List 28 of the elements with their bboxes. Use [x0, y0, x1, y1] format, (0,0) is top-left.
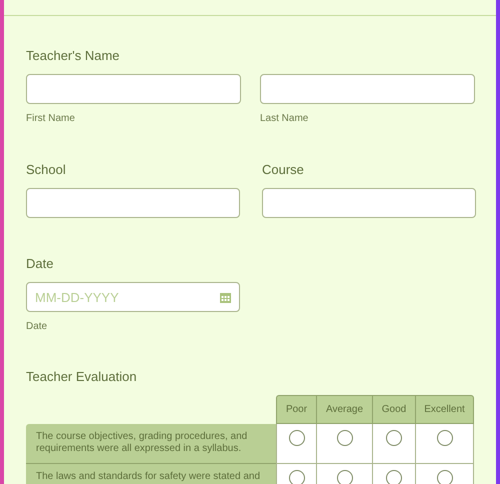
text-input[interactable]	[262, 188, 476, 218]
text-input[interactable]	[260, 74, 475, 104]
sub-label: First Name	[26, 113, 76, 125]
radio-button[interactable]	[336, 430, 352, 446]
row-statement: The laws and standards for safety were stated and	[26, 464, 276, 484]
text-input[interactable]	[26, 74, 241, 104]
field-label: Teacher's Name	[26, 48, 121, 64]
date-input[interactable]: MM-DD-YYYY	[26, 282, 240, 312]
field-label: Course	[262, 162, 305, 178]
sub-label: Last Name	[260, 113, 310, 125]
calendar-icon[interactable]	[220, 292, 231, 303]
radio-button[interactable]	[386, 430, 402, 446]
radio-button[interactable]	[336, 470, 352, 484]
sub-label: Date	[26, 321, 48, 333]
column-header: Excellent	[415, 395, 474, 424]
radio-button[interactable]	[288, 470, 304, 484]
section-title: Teacher Evaluation	[26, 369, 138, 385]
row-statement: The course objectives, grading procedures, and requirements were all expressed in a syllabus.	[26, 424, 276, 464]
radio-button[interactable]	[436, 430, 452, 446]
field-label: Date	[26, 256, 54, 272]
radio-button[interactable]	[288, 430, 304, 446]
radio-button[interactable]	[386, 470, 402, 484]
text-input[interactable]	[26, 188, 240, 218]
radio-button[interactable]	[436, 470, 452, 484]
column-header: Poor	[276, 395, 316, 424]
column-header: Good	[372, 395, 415, 424]
field-label: School	[26, 162, 67, 178]
column-header: Average	[316, 395, 372, 424]
